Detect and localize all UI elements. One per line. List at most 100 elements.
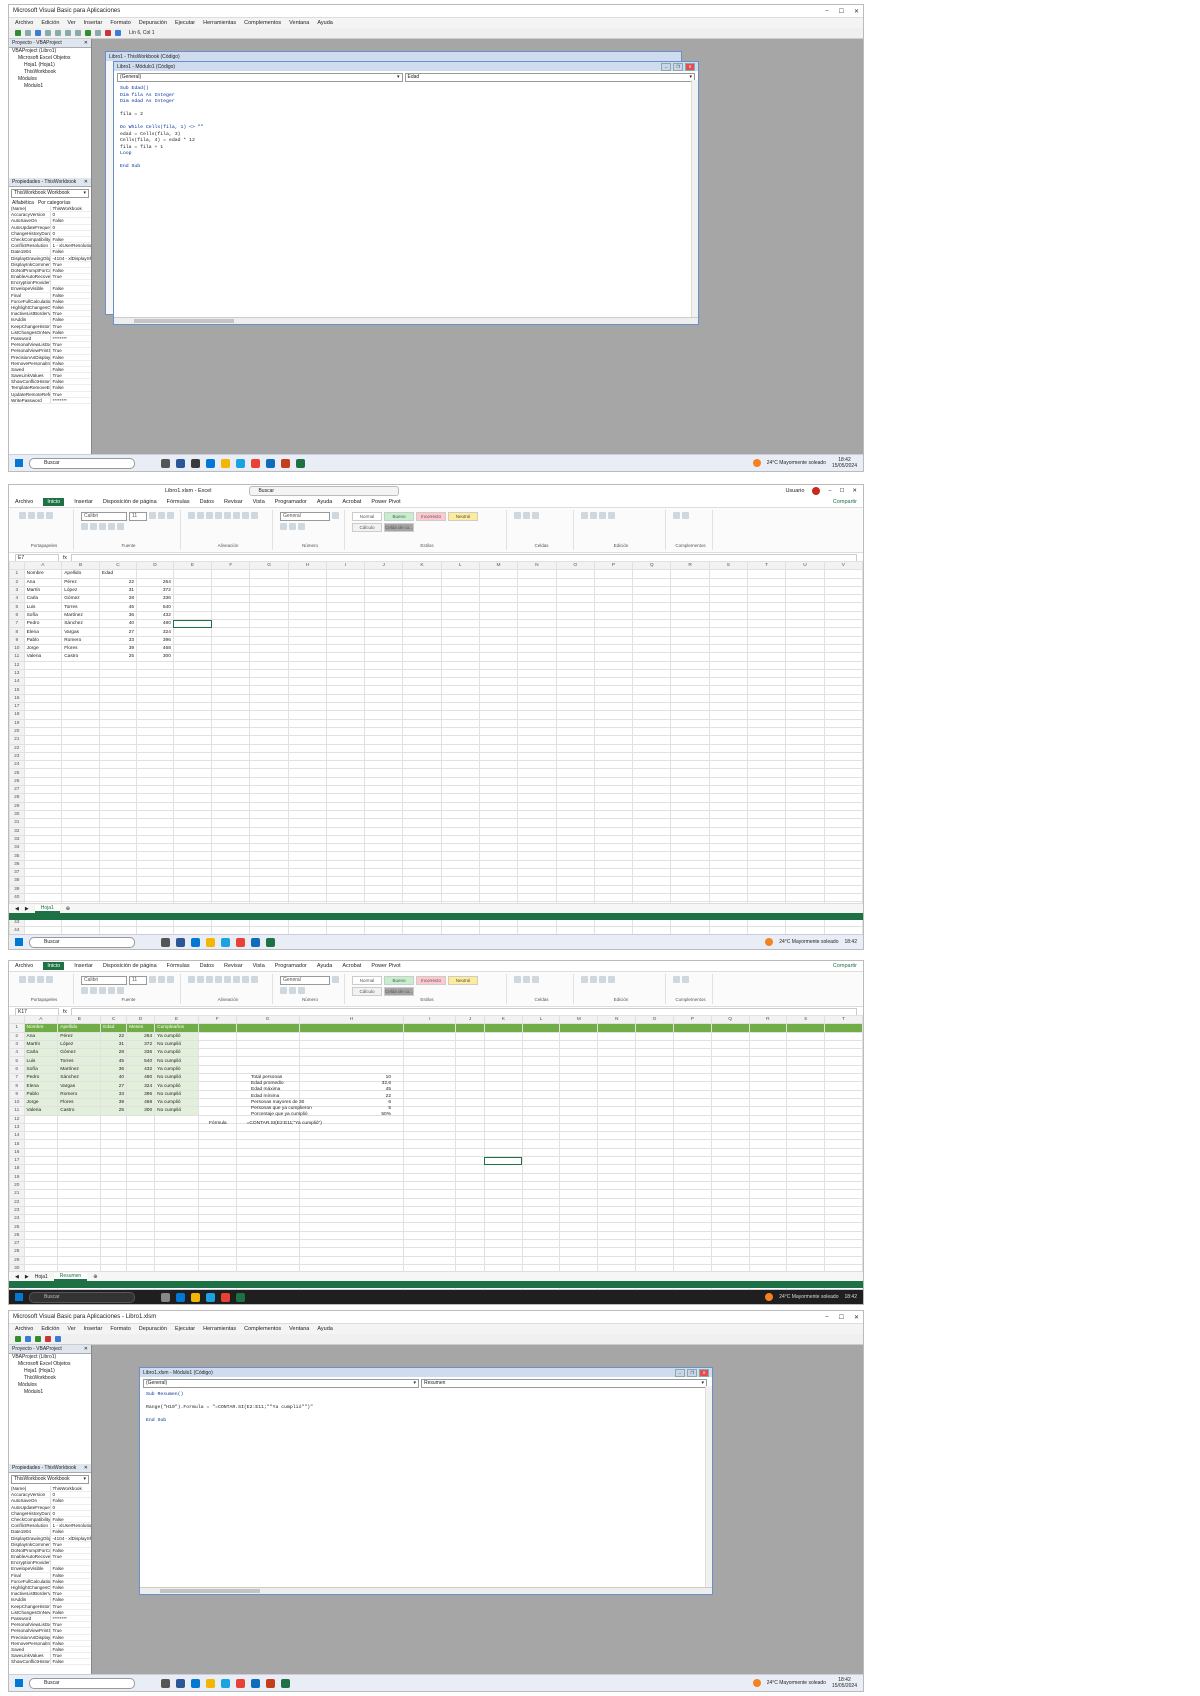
ribbon-button-icon[interactable] [117, 987, 124, 994]
cell[interactable] [635, 1139, 674, 1149]
cell[interactable] [785, 635, 825, 645]
task-view-icon[interactable] [161, 1292, 170, 1302]
cell[interactable] [748, 1205, 788, 1216]
cell[interactable] [517, 876, 557, 886]
cell[interactable] [154, 1164, 199, 1174]
tree-item[interactable]: Módulos [9, 76, 91, 83]
row-header[interactable]: 26 [9, 1230, 25, 1241]
cell[interactable] [670, 610, 710, 621]
cell[interactable]: Sánchez [61, 619, 100, 629]
cell[interactable] [632, 594, 672, 604]
cell[interactable] [364, 569, 404, 579]
row-header[interactable]: 3 [9, 585, 25, 596]
row-header[interactable]: 4 [9, 594, 25, 604]
cell[interactable] [555, 851, 595, 861]
cell[interactable]: Carla [23, 1048, 59, 1058]
cell[interactable] [326, 660, 366, 670]
cell[interactable] [211, 735, 251, 745]
cell[interactable] [521, 1048, 561, 1058]
cell[interactable] [517, 677, 557, 687]
cell[interactable] [403, 1089, 457, 1099]
cell[interactable] [559, 1214, 599, 1224]
ribbon-button-icon[interactable] [108, 987, 115, 994]
cell[interactable] [478, 876, 519, 886]
cell[interactable] [23, 834, 63, 845]
cell[interactable] [672, 1197, 712, 1207]
ribbon-button-icon[interactable] [149, 976, 156, 983]
ribbon-button-icon[interactable] [673, 976, 680, 983]
menu-item[interactable]: Formato [110, 20, 130, 26]
cell[interactable] [824, 1056, 863, 1066]
cell[interactable] [635, 1214, 674, 1224]
cell[interactable] [61, 693, 100, 704]
cell[interactable] [478, 627, 519, 637]
cell[interactable]: Apellido [57, 1023, 102, 1033]
cell[interactable] [440, 884, 480, 894]
cell[interactable] [748, 1255, 788, 1265]
cell[interactable] [632, 693, 672, 704]
cell[interactable]: 40 [100, 1073, 128, 1083]
cell[interactable] [635, 1156, 674, 1166]
cell[interactable] [521, 1205, 561, 1216]
cell[interactable] [632, 843, 672, 853]
minimize-button[interactable]: – [825, 1314, 828, 1321]
cell[interactable] [211, 710, 251, 720]
cell[interactable] [559, 1156, 599, 1166]
cell[interactable]: 480 [126, 1073, 156, 1083]
cell[interactable] [287, 577, 328, 587]
row-header[interactable]: 11 [9, 1106, 25, 1116]
ribbon-tab[interactable]: Fórmulas [167, 499, 190, 505]
cell[interactable] [126, 1164, 156, 1174]
cell[interactable] [748, 1238, 788, 1249]
cell[interactable] [593, 876, 634, 886]
cell[interactable]: 480 [136, 619, 174, 629]
cell[interactable] [785, 602, 825, 612]
edge-icon[interactable] [206, 1292, 215, 1302]
cell[interactable] [517, 685, 557, 695]
cell[interactable] [249, 801, 289, 811]
row-header[interactable]: 20 [9, 726, 25, 737]
horizontal-scrollbar[interactable] [140, 1587, 712, 1594]
cell[interactable] [521, 1081, 561, 1091]
ribbon-button-icon[interactable] [206, 512, 213, 519]
cell[interactable] [747, 867, 787, 878]
cell[interactable] [748, 1031, 788, 1041]
cell[interactable] [823, 668, 863, 679]
task-view-icon[interactable] [161, 458, 170, 468]
cell[interactable] [249, 876, 289, 886]
cell[interactable] [785, 585, 825, 596]
cell[interactable] [287, 619, 328, 629]
ribbon-button-icon[interactable] [215, 976, 222, 983]
cell[interactable] [23, 776, 63, 787]
sheet-tab[interactable]: Hoja1 [35, 1274, 48, 1280]
ribbon-button-icon[interactable] [251, 512, 258, 519]
cell[interactable] [672, 1089, 712, 1099]
cell[interactable] [823, 735, 863, 745]
cell[interactable]: 22 [98, 577, 138, 587]
cell[interactable] [672, 1156, 712, 1166]
cell[interactable] [786, 1039, 826, 1050]
ribbon-button-icon[interactable] [215, 512, 222, 519]
cell[interactable] [785, 693, 825, 704]
cell[interactable]: Gómez [57, 1048, 102, 1058]
cell[interactable] [23, 1205, 59, 1216]
ribbon-tab[interactable]: Acrobat [342, 499, 361, 505]
cell[interactable] [555, 776, 595, 787]
cell[interactable] [786, 1230, 826, 1241]
cell[interactable] [483, 1180, 523, 1191]
row-header[interactable]: 14 [9, 1131, 25, 1141]
cell[interactable] [786, 1139, 826, 1149]
cell[interactable] [672, 1147, 712, 1158]
cell[interactable] [172, 784, 213, 795]
cell[interactable]: Romero [57, 1089, 102, 1099]
tree-item[interactable]: ThisWorkbook [9, 1375, 91, 1382]
cell[interactable]: 45 [100, 1056, 128, 1066]
cell[interactable] [478, 652, 519, 662]
cell[interactable] [632, 702, 672, 712]
row-header[interactable]: 3 [9, 1039, 25, 1050]
column-header[interactable]: L [521, 1014, 561, 1025]
cell[interactable] [402, 851, 442, 861]
cell[interactable] [785, 801, 825, 811]
cell[interactable] [708, 818, 749, 828]
cell[interactable] [635, 1255, 674, 1265]
